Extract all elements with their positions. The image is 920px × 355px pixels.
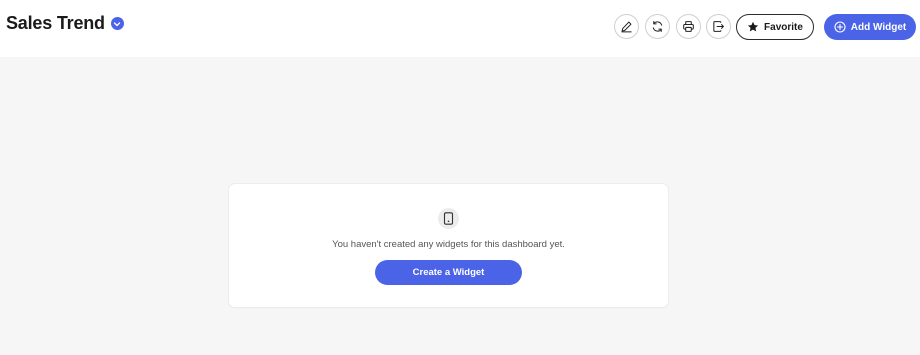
empty-state-card: You haven't created any widgets for this… [229,184,668,307]
dashboard-title-group[interactable]: Sales Trend [6,13,124,34]
chevron-down-icon[interactable] [110,17,124,30]
plus-circle-icon [834,21,846,33]
edit-button[interactable] [614,14,639,39]
refresh-icon [652,20,663,33]
favorite-label: Favorite [764,21,803,33]
star-icon [747,21,759,32]
export-button[interactable] [706,14,731,39]
print-button[interactable] [676,14,701,39]
top-header: Sales Trend Favorite Add Widget [0,0,920,57]
add-widget-button[interactable]: Add Widget [824,14,916,40]
page-title: Sales Trend [6,13,105,33]
create-widget-button[interactable]: Create a Widget [375,260,522,285]
tablet-icon [438,208,459,229]
favorite-button[interactable]: Favorite [736,14,814,40]
pencil-icon [621,21,632,33]
add-widget-label: Add Widget [850,21,907,33]
print-icon [683,21,694,32]
empty-state-message: You haven't created any widgets for this… [332,239,565,250]
export-icon [713,21,724,32]
refresh-button[interactable] [645,14,670,39]
